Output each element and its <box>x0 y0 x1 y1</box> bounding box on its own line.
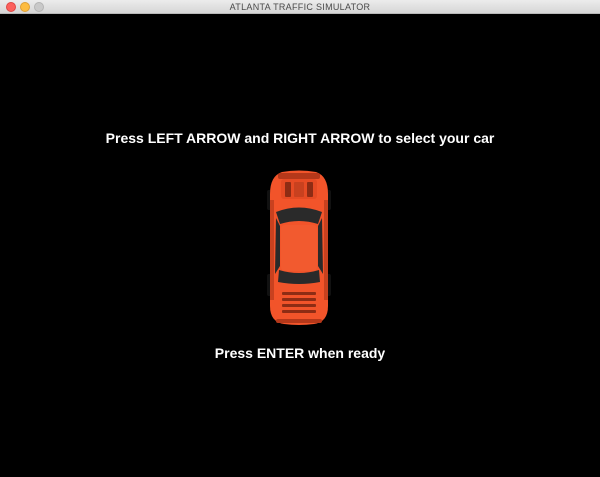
app-window: ATLANTA TRAFFIC SIMULATOR Press LEFT ARR… <box>0 0 600 477</box>
ready-instruction: Press ENTER when ready <box>214 345 386 361</box>
car-select-instruction: Press LEFT ARROW and RIGHT ARROW to sele… <box>105 130 495 146</box>
window-title: ATLANTA TRAFFIC SIMULATOR <box>229 2 371 12</box>
sports-car-icon[interactable] <box>264 170 334 326</box>
game-canvas[interactable]: Press LEFT ARROW and RIGHT ARROW to sele… <box>0 14 600 477</box>
title-bar[interactable]: ATLANTA TRAFFIC SIMULATOR <box>0 0 600 14</box>
